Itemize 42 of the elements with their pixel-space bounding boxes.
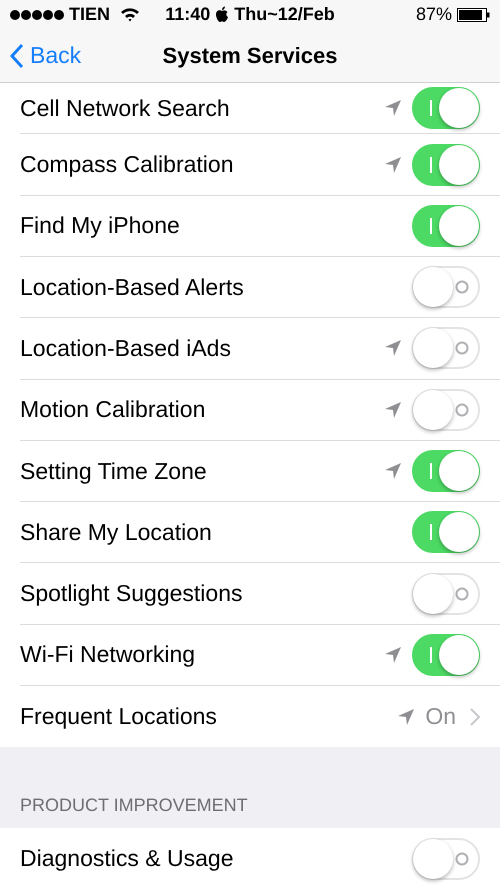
setting-label: Share My Location (20, 518, 213, 546)
off-ring-icon (455, 852, 469, 866)
chevron-icon[interactable] (470, 708, 480, 726)
back-button[interactable]: Back (10, 42, 82, 70)
toggle-switch[interactable] (412, 838, 480, 880)
toggle-switch[interactable] (412, 204, 480, 247)
toggle-switch[interactable] (412, 634, 480, 676)
setting-label: Setting Time Zone (20, 458, 208, 484)
setting-label: Wi-Fi Networking (20, 641, 196, 668)
off-ring-icon (455, 586, 469, 601)
battery-icon (457, 8, 490, 22)
setting-label: Frequent Locations (20, 703, 218, 730)
setting-label: Motion Calibration (20, 396, 206, 424)
toggle-switch[interactable] (412, 327, 480, 370)
toggle-switch[interactable] (412, 450, 480, 492)
apple-icon (215, 6, 230, 24)
battery-percent: 87% (416, 4, 452, 26)
setting-label: Spotlight Suggestions (20, 580, 244, 608)
toggle-switch[interactable] (412, 266, 480, 308)
setting-label: Find My iPhone (20, 212, 181, 240)
setting-label: Compass Calibration (20, 151, 234, 178)
setting-value: On (425, 703, 456, 730)
toggle-switch[interactable] (412, 511, 480, 554)
setting-label: Location-Based iAds (20, 334, 232, 362)
wifi-icon (120, 7, 140, 22)
setting-label: Cell Network Search (20, 94, 231, 122)
toggle-switch[interactable] (412, 388, 480, 431)
setting-label: Location-Based Alerts (20, 274, 245, 301)
section-header: PRODUCT IMPROVEMENT (20, 795, 248, 816)
off-ring-icon (455, 402, 469, 417)
toggle-switch[interactable] (412, 87, 480, 130)
date-text: Thu~12/Feb (234, 4, 335, 26)
off-ring-icon (455, 280, 469, 294)
signal-icon (10, 10, 65, 20)
setting-label: Diagnostics & Usage (20, 845, 234, 872)
back-chevron-icon (10, 42, 24, 69)
carrier-name: TIEN (69, 4, 110, 26)
clock-time: 11:40 (165, 4, 210, 26)
toggle-switch[interactable] (412, 144, 480, 186)
off-ring-icon (455, 341, 469, 356)
screen-title: System Services (162, 42, 338, 69)
toggle-switch[interactable] (412, 572, 480, 615)
